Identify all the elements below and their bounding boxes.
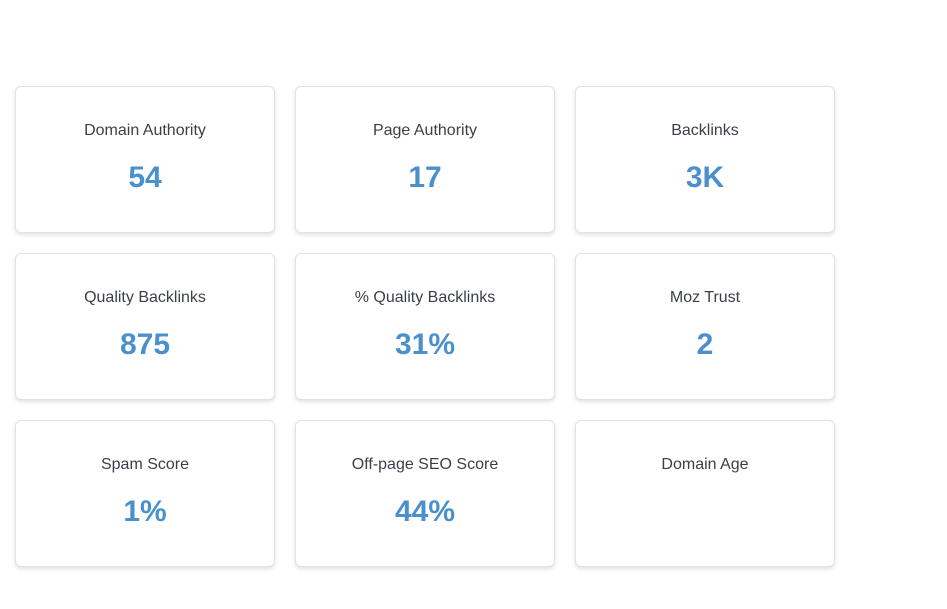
metric-label: Spam Score	[100, 456, 190, 473]
metric-value: 44%	[394, 495, 456, 528]
metric-label: % Quality Backlinks	[354, 289, 496, 306]
metric-card-domain-authority: Domain Authority 54	[15, 86, 275, 233]
metric-value: 31%	[394, 328, 456, 361]
metric-label: Quality Backlinks	[84, 289, 206, 306]
metric-card-spam-score: Spam Score 1%	[15, 420, 275, 567]
metric-label: Moz Trust	[669, 289, 741, 306]
metric-value: 2	[696, 328, 714, 361]
metric-card-quality-backlinks: Quality Backlinks 875	[15, 253, 275, 400]
metric-label: Page Authority	[372, 122, 478, 139]
metric-label: Backlinks	[671, 122, 739, 139]
metric-value: 3K	[685, 161, 725, 194]
metric-value: 54	[128, 161, 162, 194]
metric-value: 17	[408, 161, 442, 194]
metric-card-moz-trust: Moz Trust 2	[575, 253, 835, 400]
metric-card-domain-age: Domain Age	[575, 420, 835, 567]
metric-value: 1%	[123, 495, 167, 528]
metric-label: Off-page SEO Score	[351, 456, 499, 473]
metric-card-page-authority: Page Authority 17	[295, 86, 555, 233]
metric-label: Domain Age	[661, 456, 749, 473]
metric-card-percent-quality-backlinks: % Quality Backlinks 31%	[295, 253, 555, 400]
metric-value: 875	[119, 328, 171, 361]
metric-card-backlinks: Backlinks 3K	[575, 86, 835, 233]
metric-card-off-page-seo-score: Off-page SEO Score 44%	[295, 420, 555, 567]
metrics-grid: Domain Authority 54 Page Authority 17 Ba…	[15, 86, 835, 567]
metric-label: Domain Authority	[84, 122, 206, 139]
